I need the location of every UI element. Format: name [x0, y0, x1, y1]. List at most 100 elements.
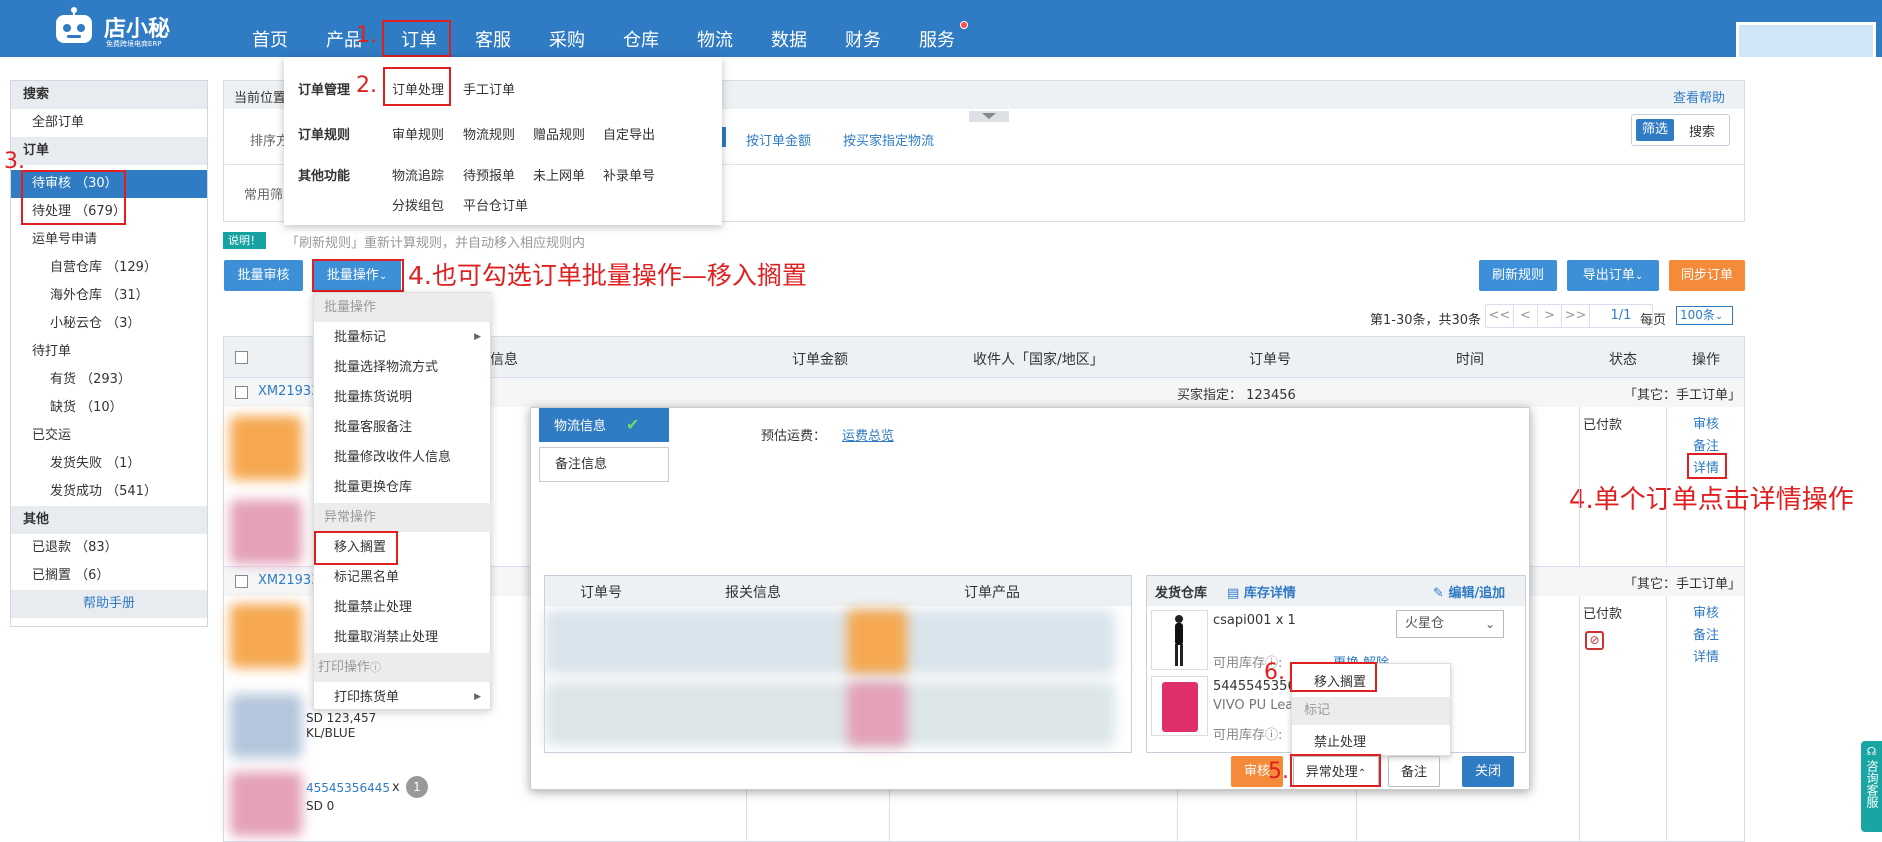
menu-batch-unforbid[interactable]: 批量取消禁止处理 — [314, 623, 491, 652]
nav-service[interactable]: 客服 — [475, 26, 511, 52]
menu-batch-forbid[interactable]: 批量禁止处理 — [314, 593, 491, 622]
orders-dropdown: 订单管理 订单处理 手工订单 订单规则 审单规则 物流规则 赠品规则 自定导出 … — [284, 57, 722, 225]
menu-batch-change-wh[interactable]: 批量更换仓库 — [314, 473, 491, 502]
sync-orders-button[interactable]: 同步订单 — [1669, 260, 1745, 291]
modal-close-button[interactable]: 关闭 — [1462, 756, 1514, 787]
freight-overview-link[interactable]: 运费总览 — [842, 425, 894, 444]
nav-warehouse[interactable]: 仓库 — [623, 26, 659, 52]
dd-add-tracking[interactable]: 补录单号 — [603, 165, 655, 184]
search-toggle-button[interactable]: 搜索 — [1689, 121, 1715, 140]
menu-blacklist[interactable]: 标记黑名单 — [314, 563, 491, 592]
highlight-move-shelve — [314, 531, 398, 565]
sidebar-item-own-wh[interactable]: 自营仓库 （129） — [11, 254, 207, 282]
export-orders-button[interactable]: 导出订单⌄ — [1567, 260, 1659, 291]
menu-batch-mark-label: 批量标记 — [334, 330, 387, 345]
batch-review-button[interactable]: 批量审核 — [224, 260, 303, 291]
side-service-button[interactable]: ☊ 咨询客服 — [1861, 741, 1882, 832]
chevron-down-icon: ⌄ — [1484, 617, 1495, 631]
stock-detail-link[interactable]: ▤ 库存详情 — [1227, 582, 1296, 601]
select-all-checkbox[interactable] — [235, 351, 248, 364]
pager-first[interactable]: << — [1486, 305, 1514, 327]
exception-forbid[interactable]: 禁止处理 — [1314, 731, 1366, 750]
edit-append-link[interactable]: ✎ 编辑/追加 — [1433, 582, 1505, 601]
modal-tab-notes[interactable]: 备注信息 — [539, 447, 669, 482]
nav-data[interactable]: 数据 — [771, 26, 807, 52]
dd-not-online[interactable]: 未上网单 — [533, 165, 585, 184]
dd-manual-order[interactable]: 手工订单 — [463, 79, 515, 98]
sort-by-buyer-logistics[interactable]: 按买家指定物流 — [843, 130, 934, 149]
nav-services[interactable]: 服务 — [919, 26, 955, 52]
menu-batch-cs-note[interactable]: 批量客服备注 — [314, 413, 491, 442]
sidebar-item-shipped[interactable]: 已交运 — [11, 422, 207, 450]
dd-platform-wh[interactable]: 平台仓订单 — [463, 195, 528, 214]
nav-finance[interactable]: 财务 — [845, 26, 881, 52]
pager-prev[interactable]: < — [1514, 305, 1538, 327]
dd-distribution[interactable]: 分拨组包 — [392, 195, 444, 214]
sidebar-item-to-print[interactable]: 待打单 — [11, 338, 207, 366]
menu-batch-logistics[interactable]: 批量选择物流方式 — [314, 353, 491, 382]
dd-logistics-rules[interactable]: 物流规则 — [463, 124, 515, 143]
row2-detail-link[interactable]: 详情 — [1693, 646, 1719, 665]
sidebar-item-overseas-wh[interactable]: 海外仓库 （31） — [11, 282, 207, 310]
help-link[interactable]: 查看帮助 — [1673, 87, 1725, 106]
question-icon: ⓘ — [370, 661, 382, 674]
column-divider — [746, 790, 747, 842]
caret-right-icon: ▶ — [474, 332, 481, 342]
menu-batch-edit-recipient[interactable]: 批量修改收件人信息 — [314, 443, 491, 472]
page-size-select[interactable]: 100条⌄ — [1676, 306, 1733, 325]
row1-review-link[interactable]: 审核 — [1693, 413, 1719, 432]
user-avatar-area[interactable] — [1736, 22, 1876, 57]
sidebar-item-ship-ok[interactable]: 发货成功 （541） — [11, 478, 207, 506]
wh-label: 发货仓库 — [1155, 586, 1208, 601]
pager-last[interactable]: >> — [1562, 305, 1590, 327]
product-thumb — [1151, 676, 1208, 736]
sidebar-item-shelved[interactable]: 已搁置 （6） — [11, 562, 207, 590]
collapse-handle-icon[interactable] — [969, 111, 1009, 122]
sidebar-item-in-stock[interactable]: 有货 （293） — [11, 366, 207, 394]
tab-notes-label: 备注信息 — [555, 457, 608, 472]
row2-review-link[interactable]: 审核 — [1693, 602, 1719, 621]
sort-by-amount[interactable]: 按订单金额 — [746, 130, 811, 149]
dd-other-header: 其他功能 — [298, 169, 351, 184]
filter-toggle-button[interactable]: 筛选 — [1636, 119, 1674, 141]
row-checkbox[interactable] — [235, 575, 248, 588]
dd-review-rules[interactable]: 审单规则 — [392, 124, 444, 143]
row1-note-link[interactable]: 备注 — [1693, 435, 1719, 454]
menu-print-label: 打印操作 — [318, 660, 371, 675]
sidebar-item-out-stock[interactable]: 缺货 （10） — [11, 394, 207, 422]
row2-note-link[interactable]: 备注 — [1693, 624, 1719, 643]
robot-logo-icon — [56, 7, 92, 43]
annotation-4-detail: 4.单个订单点击详情操作 — [1569, 485, 1854, 515]
row-checkbox[interactable] — [235, 386, 248, 399]
dd-gift-rules[interactable]: 赠品规则 — [533, 124, 585, 143]
product-image — [230, 416, 302, 480]
blurred-product-image — [847, 610, 907, 674]
sidebar-item-ship-fail[interactable]: 发货失败 （1） — [11, 450, 207, 478]
pager-next[interactable]: > — [1538, 305, 1562, 327]
product-price: SD 123,457 — [306, 711, 377, 725]
dd-tracking[interactable]: 物流追踪 — [392, 165, 444, 184]
nav-purchase[interactable]: 采购 — [549, 26, 585, 52]
row2-order-id[interactable]: XM21933 — [258, 573, 319, 588]
sidebar-item-all[interactable]: 全部订单 — [11, 109, 207, 137]
logo[interactable]: 店小秘 免费跨境电商ERP — [52, 5, 182, 49]
modal-note-button[interactable]: 备注 — [1388, 756, 1440, 787]
modal-tab-logistics[interactable]: 物流信息 ✔ — [539, 408, 669, 442]
nav-logistics[interactable]: 物流 — [697, 26, 733, 52]
warehouse-select[interactable]: 火星仓 ⌄ — [1396, 610, 1504, 638]
menu-batch-picking-note[interactable]: 批量拣货说明 — [314, 383, 491, 412]
pager: << < > >> 1/1 — [1485, 304, 1653, 328]
sidebar-help-link[interactable]: 帮助手册 — [11, 590, 207, 618]
dd-pre-forecast[interactable]: 待预报单 — [463, 165, 515, 184]
refresh-rules-button[interactable]: 刷新规则 — [1479, 260, 1557, 291]
product-sku-link[interactable]: 45545356445 — [306, 781, 390, 795]
sidebar-item-waybill[interactable]: 运单号申请 — [11, 226, 207, 254]
annotation-4-batch: 4.也可勾选订单批量操作—移入搁置 — [408, 261, 807, 290]
sidebar-item-xm-cloud[interactable]: 小秘云仓 （3） — [11, 310, 207, 338]
dd-custom-export[interactable]: 自定导出 — [603, 124, 655, 143]
nav-home[interactable]: 首页 — [252, 26, 288, 52]
sidebar-item-refunded[interactable]: 已退款 （83） — [11, 534, 207, 562]
menu-print-picking[interactable]: 打印拣货单 ▶ — [314, 683, 491, 712]
row1-order-id[interactable]: XM21933 — [258, 384, 319, 399]
menu-batch-mark[interactable]: 批量标记 ▶ — [314, 323, 491, 352]
